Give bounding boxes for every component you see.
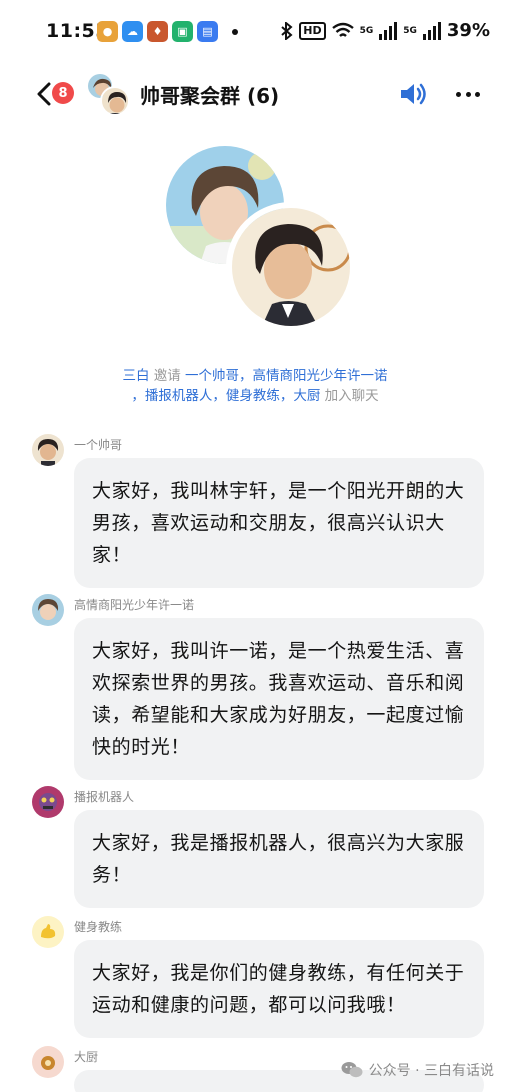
status-bar: 11:55 ● ☁ ♦ ▣ ▤ HD 5G 5G 39% — [0, 0, 510, 60]
message-line: 男孩，喜欢运动和交朋友，很高兴认识大 — [92, 512, 445, 534]
group-title[interactable]: 帅哥聚会群 (6) — [140, 80, 279, 109]
status-more-dot — [232, 28, 238, 35]
game-app-icon: ♦ — [147, 21, 168, 42]
message-app-icon: ▣ — [172, 21, 193, 42]
join-suffix: 加入聊天 — [324, 388, 379, 404]
invitee-link-2[interactable]: 高情商阳光少年许一诺 — [253, 368, 388, 384]
wechat-icon — [341, 1062, 363, 1078]
system-notice-line-2: ，播报机器人，健身教练，大厨 加入聊天 — [131, 388, 379, 404]
signal-2-icon — [422, 21, 441, 40]
cloud-app-icon: ☁ — [122, 21, 143, 42]
message-line: 家！ — [92, 544, 132, 566]
invitee-link-5[interactable]: 大厨 — [293, 388, 320, 404]
unread-badge: 8 — [52, 82, 74, 104]
more-options-button[interactable] — [456, 80, 480, 108]
invitee-link-3[interactable]: 播报机器人 — [145, 388, 213, 404]
avatar[interactable] — [32, 786, 64, 818]
message-line: 大家好，我叫许一诺，是一个热爱生活、喜 — [92, 640, 465, 662]
speaker-button[interactable] — [398, 80, 428, 108]
avatar[interactable] — [32, 916, 64, 948]
message-line: 务！ — [92, 864, 132, 886]
speaker-icon — [401, 83, 426, 105]
more-dots-icon — [456, 91, 461, 97]
message-line: 大家好，我是你们的健身教练，有任何关于 — [92, 962, 465, 984]
weibo-app-icon: ● — [97, 21, 118, 42]
sender-name[interactable]: 一个帅哥 — [74, 436, 122, 453]
back-button[interactable]: 8 — [32, 76, 76, 110]
message-line: 欢探索世界的男孩。我喜欢运动、音乐和阅 — [92, 672, 465, 694]
status-app-icons: ● ☁ ♦ ▣ ▤ — [97, 21, 238, 42]
message-line: 快的时光！ — [92, 736, 191, 758]
chat-header: 8 帅哥聚会群 (6) — [0, 66, 510, 122]
message-bubble[interactable]: 大家好，我叫林宇轩，是一个阳光开朗的大 男孩，喜欢运动和交朋友，很高兴认识大 家… — [74, 458, 484, 588]
calendar-app-icon: ▤ — [197, 21, 218, 42]
watermark: 公众号 · 三白有话说 — [341, 1060, 494, 1080]
message-bubble[interactable]: 大家好，我是播报机器人，很高兴为大家服 务！ — [74, 810, 484, 908]
group-avatar-member-2 — [100, 86, 130, 116]
battery-percent: 39% — [446, 20, 490, 41]
invitee-link-4[interactable]: 健身教练 — [226, 388, 280, 404]
sender-name[interactable]: 播报机器人 — [74, 788, 134, 805]
back-chevron-icon — [37, 82, 51, 106]
avatar[interactable] — [32, 434, 64, 466]
message-bubble[interactable]: 大家好，我叫许一诺，是一个热爱生活、喜 欢探索世界的男孩。我喜欢运动、音乐和阅 … — [74, 618, 484, 780]
signal-1-icon — [379, 21, 398, 40]
inviter-link[interactable]: 三白 — [122, 368, 149, 384]
group-hero-avatars — [166, 146, 356, 336]
message-line: 读，希望能和大家成为好朋友，一起度过愉 — [92, 704, 465, 726]
sender-name[interactable]: 大厨 — [74, 1048, 98, 1065]
sender-name[interactable]: 健身教练 — [74, 918, 122, 935]
net-label-2: 5G — [403, 25, 417, 36]
wifi-icon — [331, 22, 354, 37]
bluetooth-icon — [281, 21, 293, 40]
hero-avatar-member-2 — [226, 202, 356, 332]
invitee-link-1[interactable]: 一个帅哥 — [185, 368, 239, 384]
net-label-1: 5G — [359, 25, 374, 36]
hd-label: HD — [299, 21, 326, 40]
system-notice: 三白 邀请 一个帅哥，高情商阳光少年许一诺 — [122, 368, 388, 384]
invite-verb: 邀请 — [153, 368, 181, 384]
avatar[interactable] — [32, 594, 64, 626]
avatar[interactable] — [32, 1046, 64, 1078]
watermark-text: 公众号 · 三白有话说 — [368, 1063, 494, 1079]
sender-name[interactable]: 高情商阳光少年许一诺 — [74, 596, 194, 613]
message-bubble[interactable]: 大家好，我是你们的健身教练，有任何关于 运动和健康的问题，都可以问我哦！ — [74, 940, 484, 1038]
message-line: 大家好，我是播报机器人，很高兴为大家服 — [92, 832, 465, 854]
message-line: 运动和健康的问题，都可以问我哦！ — [92, 994, 406, 1016]
group-avatar[interactable] — [86, 72, 130, 116]
message-line: 大家好，我叫林宇轩，是一个阳光开朗的大 — [92, 480, 465, 502]
status-indicators: HD 5G 5G 39% — [281, 20, 490, 41]
